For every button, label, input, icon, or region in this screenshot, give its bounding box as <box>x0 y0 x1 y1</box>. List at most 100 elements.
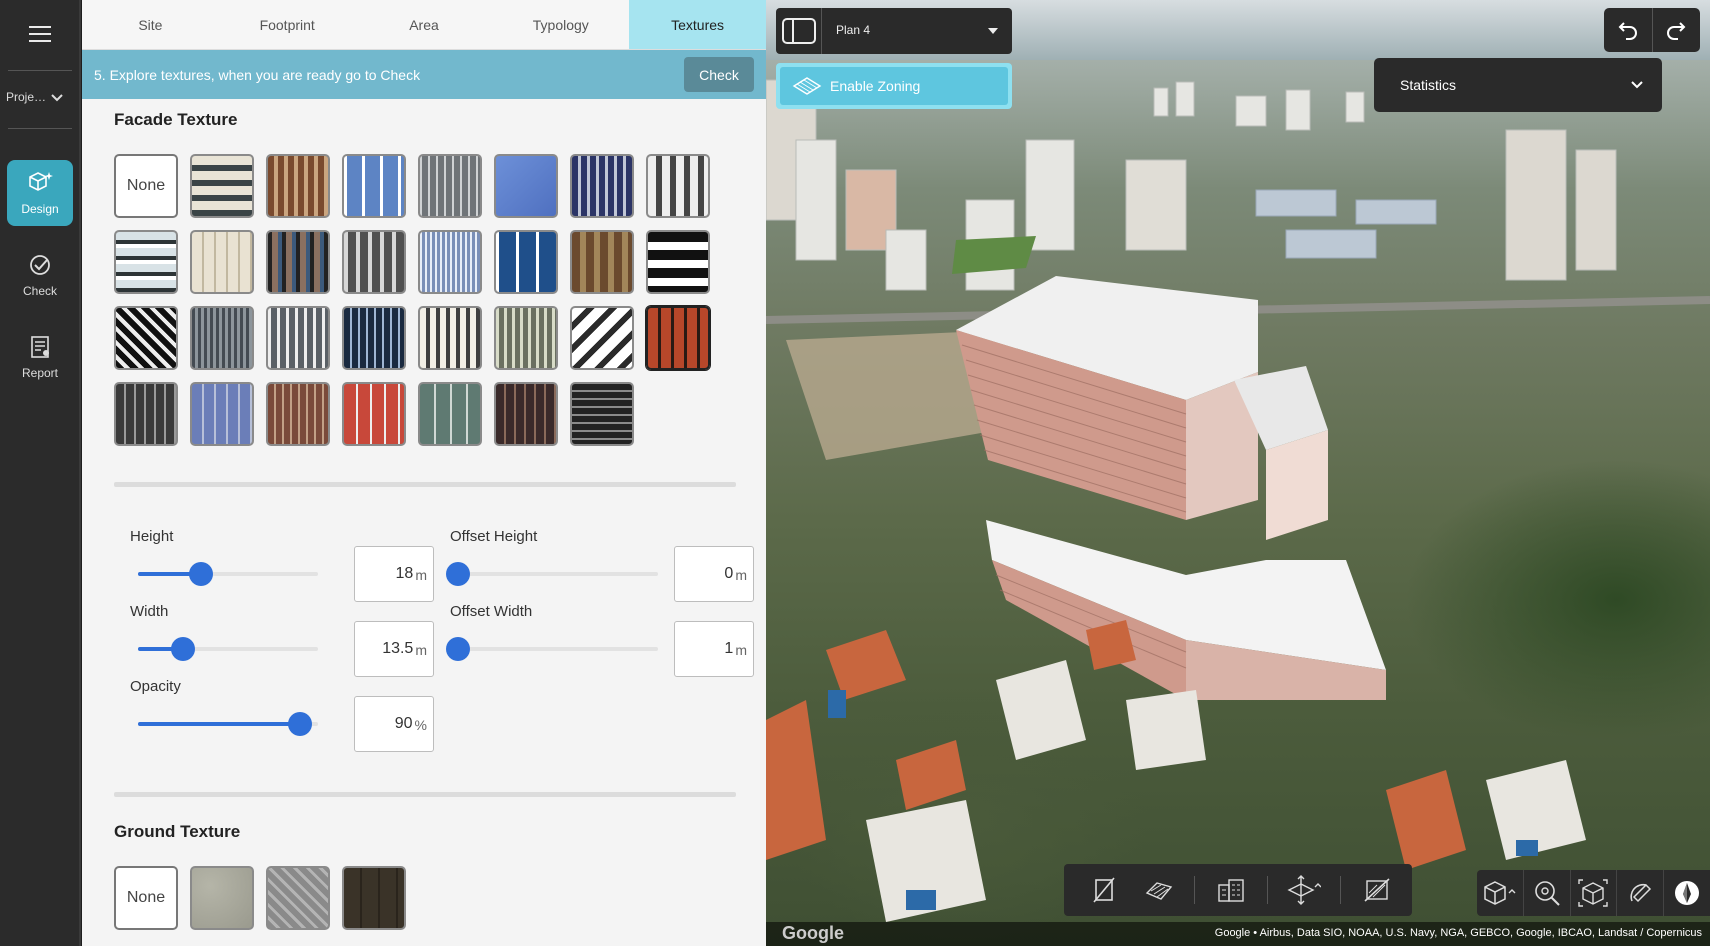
height-input[interactable]: 18 m <box>354 546 434 602</box>
slider-handle[interactable] <box>446 637 470 661</box>
menu-icon[interactable] <box>29 26 51 42</box>
facade-texture-swatch[interactable] <box>570 382 634 446</box>
height-slider[interactable] <box>138 562 318 586</box>
draw-footprint-button[interactable] <box>1086 872 1122 908</box>
rail-item-label: Report <box>21 366 59 380</box>
facade-texture-swatch[interactable] <box>190 154 254 218</box>
tab-footprint[interactable]: Footprint <box>219 0 356 49</box>
rail-item-report[interactable]: Report <box>7 324 73 390</box>
measure-button[interactable] <box>1617 870 1665 916</box>
undo-icon <box>1618 22 1637 40</box>
zoom-target-icon <box>1534 881 1560 906</box>
textures-panel: Site Footprint Area Typology Textures 5.… <box>82 0 766 946</box>
facade-texture-swatch[interactable] <box>418 230 482 294</box>
facade-texture-swatch[interactable] <box>190 230 254 294</box>
opacity-input[interactable]: 90% <box>354 696 434 752</box>
facade-texture-swatch[interactable] <box>342 154 406 218</box>
rail-item-design[interactable]: Design <box>7 160 73 226</box>
facade-texture-swatch[interactable] <box>494 154 558 218</box>
facade-texture-swatch[interactable] <box>570 230 634 294</box>
map-view[interactable]: Plan 4 Enable Zoning Statistics Google G… <box>766 0 1710 946</box>
height-unit: m <box>415 567 427 583</box>
project-selector[interactable]: Proje… <box>6 90 74 104</box>
opacity-unit: % <box>414 717 427 733</box>
box-view-button[interactable] <box>1571 870 1618 916</box>
facade-texture-none[interactable]: None <box>114 154 178 218</box>
rail-item-check[interactable]: Check <box>7 242 73 308</box>
rail-item-label: Design <box>21 202 59 216</box>
slider-handle[interactable] <box>288 712 312 736</box>
facade-texture-swatch[interactable] <box>646 306 710 370</box>
offset-height-input[interactable]: 0m <box>674 546 754 602</box>
undo-button[interactable] <box>1604 8 1652 52</box>
facade-texture-swatch[interactable] <box>114 230 178 294</box>
facade-texture-swatch[interactable] <box>494 306 558 370</box>
map-attribution-bar: Google Google • Airbus, Data SIO, NOAA, … <box>766 922 1710 946</box>
ground-texture-swatch[interactable] <box>190 866 254 930</box>
facade-texture-swatch[interactable] <box>646 230 710 294</box>
facade-texture-swatch[interactable] <box>418 306 482 370</box>
facade-texture-swatch[interactable] <box>646 154 710 218</box>
offset-width-input[interactable]: 1m <box>674 621 754 677</box>
step-message: 5. Explore textures, when you are ready … <box>94 66 421 83</box>
check-button[interactable]: Check <box>684 57 754 92</box>
ground-texture-none[interactable]: None <box>114 866 178 930</box>
statistics-dropdown[interactable]: Statistics <box>1374 58 1662 112</box>
plan-selector[interactable]: Plan 4 <box>776 8 1012 54</box>
buildings-button[interactable] <box>1213 872 1249 908</box>
tab-textures[interactable]: Textures <box>629 0 766 49</box>
slider-handle[interactable] <box>171 637 195 661</box>
tab-typology[interactable]: Typology <box>492 0 629 49</box>
facade-texture-swatch[interactable] <box>494 230 558 294</box>
facade-texture-swatch[interactable] <box>342 230 406 294</box>
opacity-slider[interactable] <box>138 712 318 736</box>
facade-texture-swatch[interactable] <box>494 382 558 446</box>
offset-height-unit: m <box>735 567 747 583</box>
clear-hatch-button[interactable] <box>1359 872 1395 908</box>
hatch-area-icon <box>1145 882 1173 900</box>
facade-texture-swatch[interactable] <box>342 306 406 370</box>
offset-width-slider[interactable] <box>446 637 658 661</box>
hatch-area-button[interactable] <box>1140 872 1176 908</box>
rail-divider <box>8 128 72 129</box>
zoom-to-button[interactable] <box>1524 870 1571 916</box>
move-tool-button[interactable] <box>1286 872 1322 908</box>
facade-texture-swatch[interactable] <box>114 306 178 370</box>
facade-texture-swatch[interactable] <box>190 382 254 446</box>
facade-texture-swatch[interactable] <box>570 154 634 218</box>
tab-area[interactable]: Area <box>356 0 493 49</box>
rail-divider <box>8 70 72 71</box>
google-logo: Google <box>782 923 844 943</box>
width-label: Width <box>130 603 169 620</box>
facade-texture-swatch[interactable] <box>266 306 330 370</box>
slider-handle[interactable] <box>189 562 213 586</box>
check-circle-icon <box>30 255 50 275</box>
facade-texture-swatch[interactable] <box>418 154 482 218</box>
sidebar-toggle-icon <box>781 18 816 44</box>
facade-texture-swatch[interactable] <box>266 230 330 294</box>
cube-sparkle-icon <box>29 172 53 191</box>
facade-texture-swatch[interactable] <box>418 382 482 446</box>
facade-texture-swatch[interactable] <box>570 306 634 370</box>
offset-height-slider[interactable] <box>446 562 658 586</box>
tab-site[interactable]: Site <box>82 0 219 49</box>
compass-button[interactable] <box>1664 870 1710 916</box>
left-rail: Proje… Design Check Report <box>0 0 81 946</box>
ground-texture-swatch[interactable] <box>342 866 406 930</box>
sidebar-toggle-button[interactable] <box>776 8 822 54</box>
redo-button[interactable] <box>1651 8 1701 52</box>
ground-texture-swatch[interactable] <box>266 866 330 930</box>
chevron-down-icon <box>1631 81 1643 89</box>
slider-handle[interactable] <box>446 562 470 586</box>
enable-zoning-button[interactable]: Enable Zoning <box>776 63 1012 109</box>
facade-texture-swatch[interactable] <box>266 154 330 218</box>
view-3d-button[interactable] <box>1477 870 1524 916</box>
width-input[interactable]: 13.5 m <box>354 621 434 677</box>
facade-texture-swatch[interactable] <box>266 382 330 446</box>
clear-hatch-icon <box>1364 878 1390 902</box>
facade-texture-swatch[interactable] <box>114 382 178 446</box>
width-slider[interactable] <box>138 637 318 661</box>
offset-height-value: 0 <box>724 565 734 582</box>
facade-texture-swatch[interactable] <box>190 306 254 370</box>
facade-texture-swatch[interactable] <box>342 382 406 446</box>
